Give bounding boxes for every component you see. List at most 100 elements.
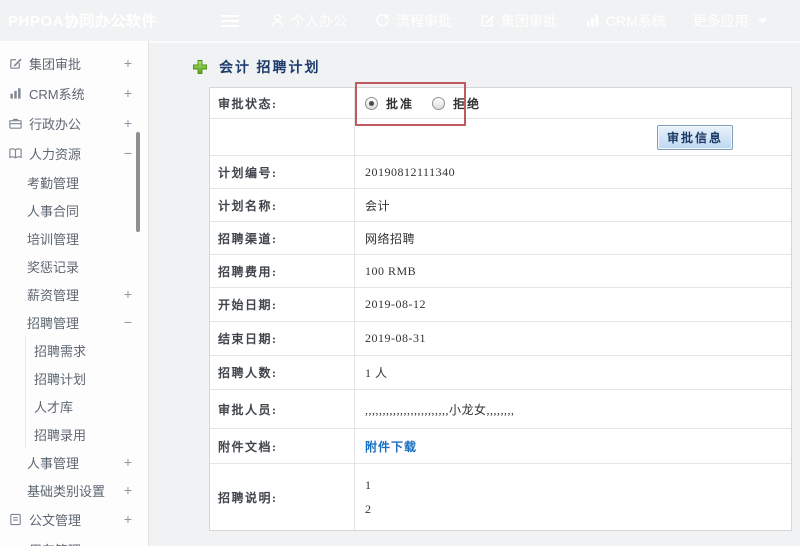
sidebar-item-reward-punish[interactable]: 奖惩记录 xyxy=(0,252,148,280)
form-row-description: 招聘说明: 1 2 xyxy=(210,464,791,530)
sidebar-item-group-approval[interactable]: 集团审批 + xyxy=(0,48,148,78)
sidebar-item-attendance-mgmt[interactable]: 考勤管理 xyxy=(0,168,148,196)
sidebar-item-label: 人力资源 xyxy=(29,146,82,162)
approval-form: 审批状态: 批准 拒绝 审批信息 计划编号: 20190812111340 计划… xyxy=(209,87,792,531)
form-row-plan-name: 计划名称: 会计 xyxy=(210,189,791,222)
sidebar-item-label: 招聘需求 xyxy=(34,343,87,359)
field-value: 网络招聘 xyxy=(365,231,416,246)
field-value: ,,,,,,,,,,,,,,,,,,,,,,,,小龙女,,,,,,,, xyxy=(365,402,515,417)
hamburger-icon[interactable] xyxy=(220,13,239,29)
sidebar-item-vehicle-mgmt[interactable]: 用车管理 + xyxy=(0,534,148,546)
description-line: 2 xyxy=(365,502,372,516)
nav-label: 个人办公 xyxy=(290,12,347,29)
page-title-row: 会计 招聘计划 xyxy=(192,57,321,77)
form-row-end-date: 结束日期: 2019-08-31 xyxy=(210,322,791,356)
field-label: 结束日期: xyxy=(210,322,355,355)
book-icon xyxy=(8,146,23,161)
nav-crm-system[interactable]: CRM系统 xyxy=(584,11,666,31)
approval-info-button[interactable]: 审批信息 xyxy=(656,124,733,150)
collapse-minus-icon[interactable]: − xyxy=(124,315,132,329)
add-plus-icon xyxy=(192,59,208,75)
radio-reject[interactable]: 拒绝 xyxy=(432,95,481,112)
sidebar-item-label: 人事管理 xyxy=(27,455,80,471)
document-icon xyxy=(8,512,23,527)
sidebar-item-document-mgmt[interactable]: 公文管理 + xyxy=(0,504,148,534)
sidebar-item-hr-contract[interactable]: 人事合同 xyxy=(0,196,148,224)
sidebar-item-recruit-hire[interactable]: 招聘录用 xyxy=(26,420,148,448)
sidebar-item-label: 集团审批 xyxy=(29,56,82,72)
sidebar-item-label: 招聘录用 xyxy=(34,427,87,443)
sidebar-item-base-category-settings[interactable]: 基础类别设置 + xyxy=(0,476,148,504)
sidebar-item-label: 公文管理 xyxy=(29,512,82,528)
sidebar-item-recruit-mgmt[interactable]: 招聘管理 − xyxy=(0,308,148,336)
field-value: 会计 xyxy=(365,198,391,213)
field-label: 开始日期: xyxy=(210,288,355,321)
sidebar-item-label: 考勤管理 xyxy=(27,175,80,191)
sidebar: 集团审批 + CRM系统 + 行政办公 + 人力资源 − 考勤管理 人事合同 培… xyxy=(0,41,149,546)
chevron-down-icon xyxy=(757,17,767,24)
field-label: 附件文档: xyxy=(210,429,355,463)
collapse-minus-icon[interactable]: − xyxy=(124,146,132,160)
field-value: 2019-08-12 xyxy=(365,297,426,311)
sidebar-item-recruit-demand[interactable]: 招聘需求 xyxy=(26,336,148,364)
sidebar-item-label: CRM系统 xyxy=(29,86,85,102)
expand-plus-icon[interactable]: + xyxy=(124,455,132,469)
field-value: 20190812111340 xyxy=(365,164,456,179)
form-row-plan-number: 计划编号: 20190812111340 xyxy=(210,156,791,189)
expand-plus-icon[interactable]: + xyxy=(124,116,132,130)
sidebar-item-talent-pool[interactable]: 人才库 xyxy=(26,392,148,420)
sidebar-item-label: 薪资管理 xyxy=(27,287,80,303)
expand-plus-icon[interactable]: + xyxy=(124,483,132,497)
description-line: 1 xyxy=(365,478,372,492)
nav-personal-office[interactable]: 个人办公 xyxy=(269,11,347,31)
radio-reject-control[interactable] xyxy=(432,96,446,110)
app-window: PHPOA协同办公软件 个人办公 流程审批 集团审批 CRM系统 更多应用 集团… xyxy=(0,0,800,546)
bar-chart-icon xyxy=(584,12,601,29)
field-label: 招聘渠道: xyxy=(210,222,355,254)
top-bar: PHPOA协同办公软件 个人办公 流程审批 集团审批 CRM系统 更多应用 xyxy=(0,0,800,41)
sidebar-item-training-mgmt[interactable]: 培训管理 xyxy=(0,224,148,252)
app-logo: PHPOA协同办公软件 xyxy=(8,13,157,30)
form-row-button: 审批信息 xyxy=(210,119,791,156)
sidebar-item-admin-office[interactable]: 行政办公 + xyxy=(0,108,148,138)
sidebar-item-salary-mgmt[interactable]: 薪资管理 + xyxy=(0,280,148,308)
nav-more-apps[interactable]: 更多应用 xyxy=(693,11,767,31)
sidebar-item-personnel-mgmt[interactable]: 人事管理 + xyxy=(0,448,148,476)
expand-plus-icon[interactable]: + xyxy=(124,542,132,546)
content-area: 会计 招聘计划 审批状态: 批准 拒绝 审批信息 计划编号: 201908121… xyxy=(149,41,800,546)
sidebar-item-crm-system[interactable]: CRM系统 + xyxy=(0,78,148,108)
status-options: 批准 拒绝 xyxy=(355,88,791,118)
form-row-attachment: 附件文档: 附件下载 xyxy=(210,429,791,464)
sidebar-item-recruit-plan[interactable]: 招聘计划 xyxy=(26,364,148,392)
recruit-submenu: 招聘需求 招聘计划 人才库 招聘录用 xyxy=(25,336,148,448)
field-label: 计划编号: xyxy=(210,156,355,188)
nav-group-approval[interactable]: 集团审批 xyxy=(479,11,557,31)
sidebar-item-human-resources[interactable]: 人力资源 − xyxy=(0,138,148,168)
attachment-download-link[interactable]: 附件下载 xyxy=(365,438,417,455)
field-value: 附件下载 xyxy=(355,429,791,463)
radio-approve-control[interactable] xyxy=(365,96,378,110)
sidebar-item-label: 行政办公 xyxy=(29,116,82,132)
field-label: 招聘说明: xyxy=(210,464,355,530)
sidebar-item-label: 人事合同 xyxy=(27,203,80,219)
form-row-headcount: 招聘人数: 1 人 xyxy=(210,356,791,390)
nav-process-approval[interactable]: 流程审批 xyxy=(374,11,452,31)
expand-plus-icon[interactable]: + xyxy=(124,287,132,301)
expand-plus-icon[interactable]: + xyxy=(124,512,132,526)
expand-plus-icon[interactable]: + xyxy=(124,56,132,70)
field-value: 100 RMB xyxy=(365,263,417,278)
status-label: 审批状态: xyxy=(210,88,355,118)
radio-approve[interactable]: 批准 xyxy=(365,95,414,112)
nav-label: 集团审批 xyxy=(500,12,557,29)
form-row-start-date: 开始日期: 2019-08-12 xyxy=(210,288,791,322)
sidebar-scrollbar[interactable] xyxy=(136,132,140,232)
expand-plus-icon[interactable]: + xyxy=(124,86,132,100)
nav-label: CRM系统 xyxy=(605,12,666,29)
nav-label: 流程审批 xyxy=(395,12,452,29)
form-row-recruit-channel: 招聘渠道: 网络招聘 xyxy=(210,222,791,255)
field-value: 1 人 xyxy=(365,366,388,380)
field-label: 招聘费用: xyxy=(210,255,355,287)
car-icon xyxy=(8,542,23,546)
sidebar-item-label: 奖惩记录 xyxy=(27,259,80,275)
sidebar-item-label: 用车管理 xyxy=(29,540,81,546)
